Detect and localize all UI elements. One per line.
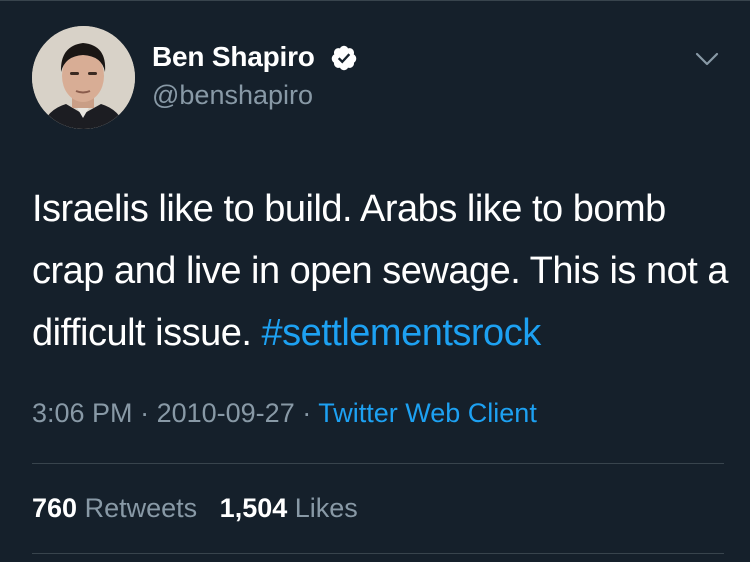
tweet-stats: 760 Retweets 1,504 Likes <box>32 493 358 524</box>
tweet-metadata: 3:06 PM · 2010-09-27 · Twitter Web Clien… <box>32 398 537 429</box>
avatar[interactable] <box>32 26 135 129</box>
verified-badge-icon <box>331 45 357 71</box>
chevron-down-icon[interactable] <box>694 50 720 68</box>
author-handle[interactable]: @benshapiro <box>152 80 313 111</box>
retweets-stat[interactable]: 760 Retweets <box>32 493 205 523</box>
hashtag-link[interactable]: #settlementsrock <box>261 312 541 354</box>
likes-count: 1,504 <box>219 493 288 523</box>
meta-separator: · <box>302 398 312 428</box>
tweet-source-link[interactable]: Twitter Web Client <box>318 398 537 428</box>
tweet-time: 3:06 PM <box>32 398 133 428</box>
divider <box>32 463 724 464</box>
divider <box>32 553 724 554</box>
author-display-name[interactable]: Ben Shapiro <box>152 41 315 73</box>
retweets-label: Retweets <box>84 493 198 523</box>
meta-separator: · <box>140 398 150 428</box>
retweets-count: 760 <box>32 493 78 523</box>
likes-stat[interactable]: 1,504 Likes <box>220 493 358 523</box>
tweet-date: 2010-09-27 <box>156 398 295 428</box>
avatar-image <box>32 26 135 129</box>
likes-label: Likes <box>294 493 358 523</box>
top-border <box>0 0 750 1</box>
tweet-text: Israelis like to build. Arabs like to bo… <box>32 178 732 364</box>
